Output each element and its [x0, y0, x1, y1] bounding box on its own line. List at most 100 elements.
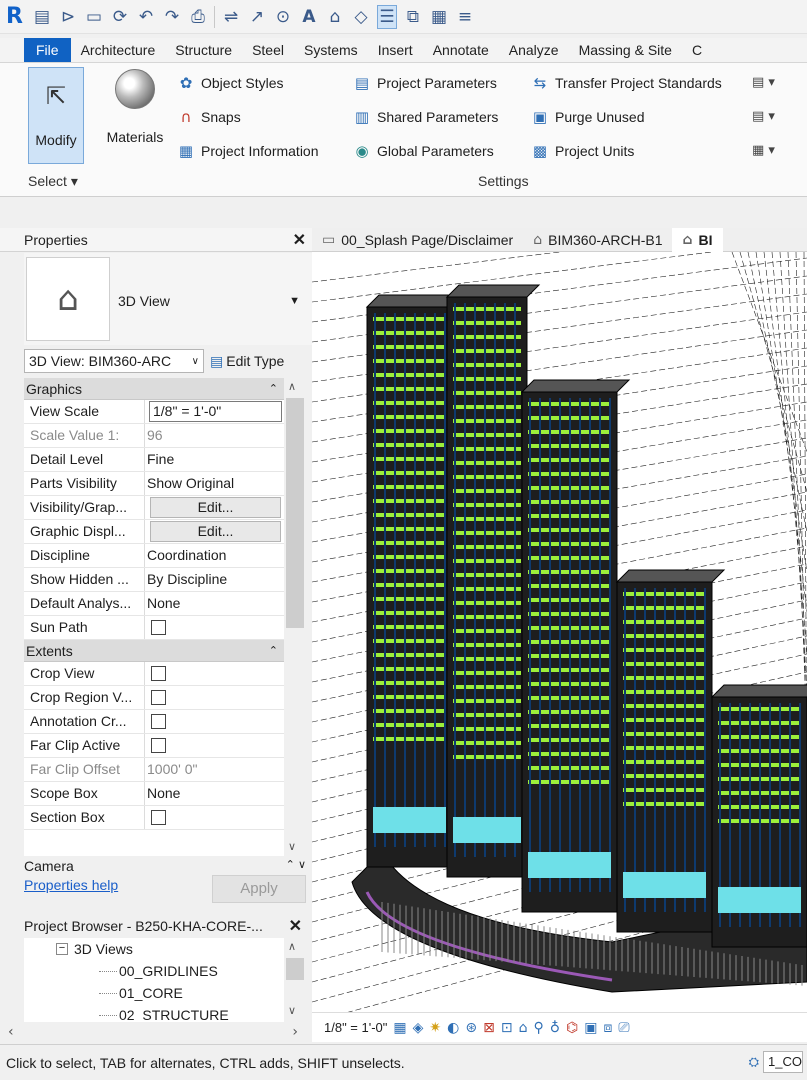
collapse-icon[interactable]: −	[56, 943, 68, 955]
view-tab[interactable]: ⌂ BIM360-ARCH-B1	[523, 228, 672, 252]
property-checkbox[interactable]	[151, 810, 166, 825]
sync-icon[interactable]: ⟳	[110, 5, 130, 29]
view-templates-dropdown[interactable]: ▤ ▾	[752, 109, 775, 124]
additional-settings-dropdown[interactable]: ▤ ▾	[752, 75, 775, 90]
analytical-model-icon[interactable]: ⎚	[618, 1020, 629, 1036]
object-styles-button[interactable]: ✿ Object Styles	[176, 71, 284, 95]
edit-button[interactable]: Edit...	[150, 497, 281, 518]
home-icon[interactable]: ▤	[32, 5, 52, 29]
property-value-text[interactable]: None	[147, 782, 284, 805]
tab-massing-site[interactable]: Massing & Site	[569, 38, 682, 62]
text-icon[interactable]: A	[299, 5, 319, 29]
select-panel-dropdown[interactable]: Select ▾	[28, 169, 78, 193]
worksharing-display-icon[interactable]: ▣	[584, 1020, 597, 1036]
reveal-constraints-icon[interactable]: ⧈	[603, 1020, 612, 1036]
tab-architecture[interactable]: Architecture	[71, 38, 166, 62]
temporary-view-properties-icon[interactable]: ⌬	[566, 1020, 578, 1036]
property-value-text[interactable]: Show Original	[147, 472, 284, 495]
project-browser-hscrollbar[interactable]: ‹ ›	[0, 1022, 306, 1042]
tab-structure[interactable]: Structure	[165, 38, 242, 62]
instance-selector[interactable]: 3D View: BIM360-ARC ∨	[24, 349, 204, 373]
print-icon[interactable]: ⎙	[188, 5, 208, 29]
unlocked-3d-view-icon[interactable]: ⌂	[519, 1020, 528, 1036]
thin-lines-icon[interactable]: ☰	[377, 4, 397, 29]
3d-viewport[interactable]	[312, 252, 807, 1012]
scroll-thumb[interactable]	[286, 398, 304, 628]
group-header-extents[interactable]: Extents ⌃	[24, 640, 284, 662]
rendering-icon[interactable]: ⊛	[465, 1020, 477, 1036]
property-value-text[interactable]: None	[147, 592, 284, 615]
close-icon[interactable]: ✕	[293, 230, 306, 250]
redo-icon[interactable]: ↷	[162, 5, 182, 29]
scroll-up-icon[interactable]: ∧	[288, 940, 296, 953]
apply-button[interactable]: Apply	[212, 875, 306, 903]
shadows-icon[interactable]: ◐	[447, 1020, 459, 1036]
group-header-graphics[interactable]: Graphics ⌃	[24, 378, 284, 400]
location-dropdown[interactable]: ▦ ▾	[752, 143, 775, 158]
show-crop-region-icon[interactable]: ⊡	[501, 1020, 513, 1036]
close-icon[interactable]: ✕	[289, 916, 302, 936]
properties-help-link[interactable]: Properties help	[24, 877, 118, 893]
dimension-icon[interactable]: ↗	[247, 5, 267, 29]
property-input[interactable]: 1/8" = 1'-0"	[149, 401, 282, 422]
tree-item[interactable]: 01_CORE	[24, 982, 284, 1004]
tree-item[interactable]: 02_STRUCTURE	[24, 1004, 284, 1022]
scroll-left-icon[interactable]: ‹	[8, 1022, 14, 1042]
sun-path-icon[interactable]: ✷	[429, 1020, 441, 1036]
measure-icon[interactable]: ⇌	[221, 5, 241, 29]
type-selector[interactable]: ⌂ 3D View ▼	[24, 253, 312, 345]
scroll-right-icon[interactable]: ›	[292, 1022, 298, 1042]
tree-node-3d-views[interactable]: − 3D Views	[24, 938, 284, 960]
tab-c[interactable]: C	[682, 38, 712, 62]
tab-file[interactable]: File	[24, 38, 71, 62]
visual-style-icon[interactable]: ◈	[413, 1020, 424, 1036]
close-hidden-windows-icon[interactable]: ⧉	[403, 5, 423, 29]
tab-analyze[interactable]: Analyze	[499, 38, 569, 62]
snaps-button[interactable]: ∩ Snaps	[176, 105, 241, 129]
project-information-button[interactable]: ▦ Project Information	[176, 139, 319, 163]
tree-item[interactable]: 00_GRIDLINES	[24, 960, 284, 982]
undo-icon[interactable]: ↶	[136, 5, 156, 29]
tab-insert[interactable]: Insert	[368, 38, 423, 62]
shared-parameters-button[interactable]: ▥ Shared Parameters	[352, 105, 499, 129]
open-icon[interactable]: ⊳	[58, 5, 78, 29]
property-checkbox[interactable]	[151, 690, 166, 705]
view-tab[interactable]: ▭ 00_Splash Page/Disclaimer	[312, 228, 523, 252]
global-parameters-button[interactable]: ◉ Global Parameters	[352, 139, 493, 163]
tag-icon[interactable]: ⊙	[273, 5, 293, 29]
chevron-down-icon[interactable]: ▼	[289, 295, 300, 307]
property-value-text[interactable]: Coordination	[147, 544, 284, 567]
active-workset-dropdown[interactable]: 1_CO	[763, 1051, 803, 1073]
section-icon[interactable]: ◇	[351, 5, 371, 29]
temporary-hide-icon[interactable]: ⚲	[533, 1020, 543, 1036]
revit-logo[interactable]: R	[6, 4, 26, 29]
scroll-thumb[interactable]	[286, 958, 304, 980]
scroll-down-icon[interactable]: ∨	[288, 840, 296, 853]
edit-button[interactable]: Edit...	[150, 521, 281, 542]
property-checkbox[interactable]	[151, 714, 166, 729]
reveal-hidden-icon[interactable]: ♁	[550, 1020, 560, 1036]
modify-button[interactable]: ⇱ Modify	[28, 67, 84, 164]
view-tab[interactable]: ⌂ BI	[672, 228, 723, 252]
materials-button[interactable]: Materials	[100, 69, 170, 164]
project-units-button[interactable]: ▩ Project Units	[530, 139, 634, 163]
scroll-up-icon[interactable]: ∧	[288, 380, 296, 393]
customize-qat-icon[interactable]: ≡	[455, 5, 475, 29]
project-browser-scrollbar[interactable]: ∧ ∨	[284, 938, 306, 1022]
properties-scrollbar[interactable]: ∧ ∨	[284, 378, 306, 856]
tab-steel[interactable]: Steel	[242, 38, 294, 62]
project-parameters-button[interactable]: ▤ Project Parameters	[352, 71, 497, 95]
property-checkbox[interactable]	[151, 620, 166, 635]
save-icon[interactable]: ▭	[84, 5, 104, 29]
default-3d-view-icon[interactable]: ⌂	[325, 5, 345, 29]
property-checkbox[interactable]	[151, 666, 166, 681]
property-value-text[interactable]: Fine	[147, 448, 284, 471]
transfer-project-standards-button[interactable]: ⇆ Transfer Project Standards	[530, 71, 722, 95]
edit-type-button[interactable]: ▤ Edit Type	[210, 353, 284, 370]
detail-level-icon[interactable]: ▦	[393, 1020, 406, 1036]
building-model[interactable]	[312, 252, 807, 1012]
worksets-icon[interactable]: ⛭	[749, 1055, 759, 1070]
tab-systems[interactable]: Systems	[294, 38, 368, 62]
property-checkbox[interactable]	[151, 738, 166, 753]
purge-unused-button[interactable]: ▣ Purge Unused	[530, 105, 645, 129]
